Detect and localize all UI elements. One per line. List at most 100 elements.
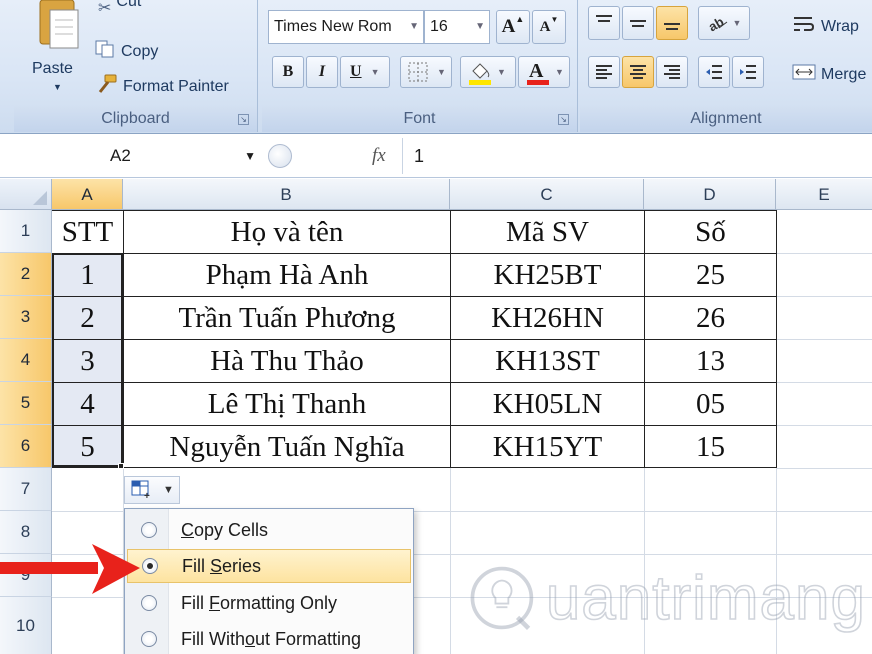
copy-button[interactable]: Copy <box>94 40 158 63</box>
cell-d5[interactable]: 05 <box>645 383 776 425</box>
cell-c4[interactable]: KH13ST <box>451 340 644 382</box>
menu-item-copy-cells[interactable]: Copy Cells <box>127 513 411 547</box>
insert-function-icon[interactable]: fx <box>372 140 386 172</box>
chevron-down-icon[interactable]: ▼ <box>371 67 380 77</box>
chevron-down-icon[interactable]: ▼ <box>497 67 506 77</box>
merge-icon <box>792 62 816 87</box>
cell-d3[interactable]: 26 <box>645 297 776 339</box>
format-painter-button[interactable]: Format Painter <box>96 74 229 99</box>
decrease-indent-button[interactable] <box>698 56 730 88</box>
align-right-icon <box>664 65 680 79</box>
column-header-c[interactable]: C <box>450 179 644 210</box>
cell-b5[interactable]: Lê Thị Thanh <box>124 383 450 425</box>
paste-dropdown-icon[interactable]: ▼ <box>53 82 62 92</box>
cell-a2[interactable]: 1 <box>52 254 123 296</box>
paste-button[interactable]: Paste ▼ <box>24 0 94 102</box>
row-header-6[interactable]: 6 <box>0 425 52 468</box>
bold-button[interactable]: B <box>272 56 304 88</box>
cell-d4[interactable]: 13 <box>645 340 776 382</box>
align-center-button[interactable] <box>622 56 654 88</box>
cell-a4[interactable]: 3 <box>52 340 123 382</box>
row-header-2[interactable]: 2 <box>0 253 52 296</box>
orientation-button[interactable]: ab ▼ <box>698 6 750 40</box>
chevron-down-icon[interactable]: ▼ <box>244 140 256 172</box>
name-box[interactable]: A2 ▼ <box>0 140 262 172</box>
select-all-corner[interactable] <box>0 179 52 210</box>
align-middle-button[interactable] <box>622 6 654 40</box>
cell-b3[interactable]: Trần Tuấn Phương <box>124 297 450 339</box>
increase-indent-icon <box>740 65 756 79</box>
align-right-button[interactable] <box>656 56 688 88</box>
row-header-7[interactable]: 7 <box>0 468 52 511</box>
borders-button[interactable]: ▼ <box>400 56 452 88</box>
column-header-d[interactable]: D <box>644 179 776 210</box>
radio-icon[interactable] <box>141 631 157 647</box>
cell-a6[interactable]: 5 <box>52 426 123 468</box>
formula-bar-resize-knob[interactable] <box>268 144 292 168</box>
align-top-button[interactable] <box>588 6 620 40</box>
font-name-combo[interactable]: Times New Rom ▼ <box>268 10 424 44</box>
cell-b1[interactable]: Họ và tên <box>124 211 450 253</box>
paste-icon <box>39 0 79 49</box>
cell-a1[interactable]: STT <box>52 211 123 253</box>
chevron-down-icon[interactable]: ▼ <box>409 11 419 43</box>
font-size-combo[interactable]: 16 ▼ <box>424 10 490 44</box>
cut-button[interactable]: ✂ Cut <box>98 0 141 18</box>
font-launcher-icon[interactable]: ↘ <box>558 114 569 125</box>
autofill-options-button[interactable]: + ▼ <box>124 476 180 504</box>
chevron-down-icon[interactable]: ▼ <box>555 67 564 77</box>
cell-c5[interactable]: KH05LN <box>451 383 644 425</box>
row-header-1[interactable]: 1 <box>0 210 52 253</box>
row-header-3[interactable]: 3 <box>0 296 52 339</box>
formula-input[interactable]: 1 <box>414 140 424 172</box>
cell-c6[interactable]: KH15YT <box>451 426 644 468</box>
gridline <box>776 425 872 426</box>
cell-c1[interactable]: Mã SV <box>451 211 644 253</box>
chevron-down-icon[interactable]: ▼ <box>437 67 446 77</box>
clipboard-launcher-icon[interactable]: ↘ <box>238 114 249 125</box>
wrap-text-label: Wrap <box>821 17 859 35</box>
cell-d6[interactable]: 15 <box>645 426 776 468</box>
cell-b6[interactable]: Nguyễn Tuấn Nghĩa <box>124 426 450 468</box>
merge-center-button[interactable]: Merge <box>792 62 866 87</box>
increase-indent-button[interactable] <box>732 56 764 88</box>
column-header-b[interactable]: B <box>123 179 450 210</box>
name-box-value: A2 <box>110 146 131 165</box>
cell-b2[interactable]: Phạm Hà Anh <box>124 254 450 296</box>
chevron-down-icon[interactable]: ▼ <box>163 484 174 496</box>
font-group: Times New Rom ▼ 16 ▼ A ▲ A ▼ B I U ▼ ▼ ▼ A … <box>262 0 578 132</box>
shrink-font-button[interactable]: A ▼ <box>532 10 566 44</box>
cell-c3[interactable]: KH26HN <box>451 297 644 339</box>
column-header-e[interactable]: E <box>776 179 872 210</box>
cell-b4[interactable]: Hà Thu Thảo <box>124 340 450 382</box>
menu-item-fill-without-formatting[interactable]: Fill Without Formatting <box>127 622 411 654</box>
radio-icon[interactable] <box>141 522 157 538</box>
italic-button[interactable]: I <box>306 56 338 88</box>
font-name-value: Times New Rom <box>274 18 392 35</box>
paint-bucket-icon <box>469 63 491 85</box>
chevron-down-icon[interactable]: ▼ <box>475 11 485 43</box>
cell-a3[interactable]: 2 <box>52 297 123 339</box>
menu-item-fill-formatting-only[interactable]: Fill Formatting Only <box>127 586 411 620</box>
gridline <box>776 468 872 469</box>
svg-text:+: + <box>144 491 150 500</box>
wrap-text-button[interactable]: Wrap <box>792 14 859 39</box>
column-header-a[interactable]: A <box>52 179 123 210</box>
grow-font-button[interactable]: A ▲ <box>496 10 530 44</box>
underline-button[interactable]: U ▼ <box>340 56 390 88</box>
row-header-10[interactable]: 10 <box>0 597 52 654</box>
fill-color-button[interactable]: ▼ <box>460 56 516 88</box>
cell-d1[interactable]: Số <box>645 211 776 253</box>
row-header-4[interactable]: 4 <box>0 339 52 382</box>
align-left-button[interactable] <box>588 56 620 88</box>
cell-c2[interactable]: KH25BT <box>451 254 644 296</box>
menu-item-fill-series[interactable]: Fill Series <box>127 549 411 583</box>
align-bottom-button[interactable] <box>656 6 688 40</box>
font-color-button[interactable]: A ▼ <box>518 56 570 88</box>
cell-d2[interactable]: 25 <box>645 254 776 296</box>
merge-label: Merge <box>821 65 867 83</box>
cell-a5[interactable]: 4 <box>52 383 123 425</box>
fill-handle[interactable] <box>118 463 124 469</box>
row-header-5[interactable]: 5 <box>0 382 52 425</box>
chevron-down-icon[interactable]: ▼ <box>733 18 742 28</box>
